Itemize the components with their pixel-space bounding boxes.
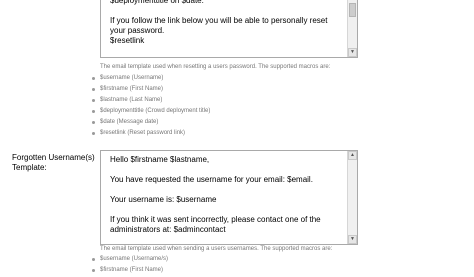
macro-item: $firstname (First Name) <box>92 265 168 276</box>
scroll-down-arrow-icon[interactable]: ▼ <box>348 235 357 244</box>
macro-item: $firstname (First Name) <box>92 84 210 95</box>
macro-item: $username (Username) <box>92 73 210 84</box>
bullet-icon <box>92 110 95 113</box>
bullet-icon <box>92 121 95 124</box>
forgotten-username-template-label: Forgotten Username(s) Template: <box>12 153 95 172</box>
scroll-down-arrow-icon[interactable]: ▼ <box>348 48 357 57</box>
macro-item: $resetlink (Reset password link) <box>92 128 210 139</box>
forgotten-template-description: The email template used when sending a u… <box>100 246 333 252</box>
forgotten-template-scrollbar[interactable]: ▲ ▼ <box>347 151 357 244</box>
bullet-icon <box>92 258 95 261</box>
scroll-up-arrow-icon[interactable]: ▲ <box>348 151 357 160</box>
macro-item: $deploymenttitle (Crowd deployment title… <box>92 106 210 117</box>
reset-password-template-textarea[interactable]: $deploymenttitle on $date. If you follow… <box>100 0 358 58</box>
macro-item: $username (Username/s) <box>92 254 168 265</box>
forgotten-username-template-textarea[interactable]: Hello $firstname $lastname, You have req… <box>100 150 358 245</box>
reset-password-template-text[interactable]: $deploymenttitle on $date. If you follow… <box>110 0 343 57</box>
bullet-icon <box>92 132 95 135</box>
email-templates-section: $deploymenttitle on $date. If you follow… <box>0 0 474 277</box>
forgotten-username-template-text[interactable]: Hello $firstname $lastname, You have req… <box>110 155 343 244</box>
reset-template-macro-list: $username (Username) $firstname (First N… <box>92 73 210 139</box>
bullet-icon <box>92 269 95 272</box>
macro-item: $date (Message date) <box>92 117 210 128</box>
bullet-icon <box>92 88 95 91</box>
reset-template-scroll-thumb[interactable] <box>349 3 356 17</box>
reset-template-scrollbar[interactable]: ▼ <box>347 0 357 57</box>
macro-item: $lastname (Last Name) <box>92 95 210 106</box>
bullet-icon <box>92 77 95 80</box>
reset-template-description: The email template used when resetting a… <box>100 64 331 70</box>
forgotten-template-macro-list: $username (Username/s) $firstname (First… <box>92 254 168 276</box>
bullet-icon <box>92 99 95 102</box>
